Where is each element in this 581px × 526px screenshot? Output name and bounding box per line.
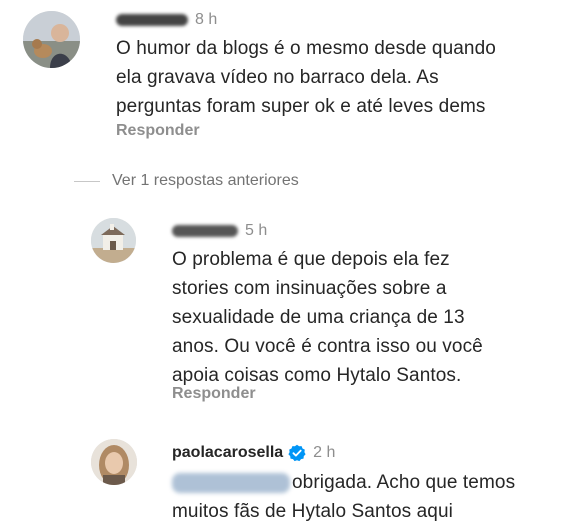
- comment-line: ela gravava vídeo no barraco dela. As: [116, 67, 439, 88]
- blurred-mention[interactable]: [172, 472, 290, 493]
- avatar[interactable]: [91, 439, 137, 485]
- reply-button[interactable]: Responder: [172, 385, 256, 403]
- comment-line: muitos fãs de Hytalo Santos aqui: [172, 501, 453, 522]
- view-previous-label: Ver 1 respostas anteriores: [112, 172, 299, 189]
- avatar[interactable]: [23, 11, 80, 68]
- reply-button[interactable]: Responder: [116, 122, 200, 140]
- comment-line: O humor da blogs é o mesmo desde quando: [116, 38, 496, 59]
- avatar[interactable]: [91, 218, 136, 263]
- avatar-photo: [91, 439, 137, 485]
- comment-line: stories com insinuações sobre a: [172, 278, 447, 299]
- comment-header: paolacarosella 2 h: [172, 444, 335, 462]
- comment-text: obrigada. Acho que temos muitos fãs de H…: [172, 468, 515, 526]
- comment-time: 5 h: [245, 222, 268, 239]
- comment-header: 8 h: [116, 11, 217, 29]
- avatar-photo: [23, 11, 80, 68]
- comment-line: perguntas foram super ok e até leves dem…: [116, 96, 486, 117]
- username[interactable]: paolacarosella: [172, 444, 283, 462]
- comment-line: sexualidade de uma criança de 13: [172, 307, 465, 328]
- comment-line: anos. Ou você é contra isso ou você: [172, 336, 483, 357]
- blurred-username: [116, 14, 188, 26]
- comment-time: 8 h: [195, 11, 218, 28]
- blurred-username: [172, 225, 238, 237]
- verified-badge-icon: [288, 444, 306, 462]
- divider-line: [74, 180, 100, 182]
- comment-header: 5 h: [172, 222, 267, 240]
- comment-text: O problema é que depois ela fez stories …: [172, 245, 483, 390]
- avatar-photo: [91, 218, 136, 263]
- comment-line: obrigada. Acho que temos: [172, 468, 515, 497]
- comment-time: 2 h: [313, 444, 336, 461]
- comment-line: O problema é que depois ela fez: [172, 249, 450, 270]
- comment-line-text: obrigada. Acho que temos: [292, 472, 516, 493]
- comment-text: O humor da blogs é o mesmo desde quando …: [116, 34, 496, 121]
- view-previous-replies-button[interactable]: Ver 1 respostas anteriores: [74, 172, 299, 190]
